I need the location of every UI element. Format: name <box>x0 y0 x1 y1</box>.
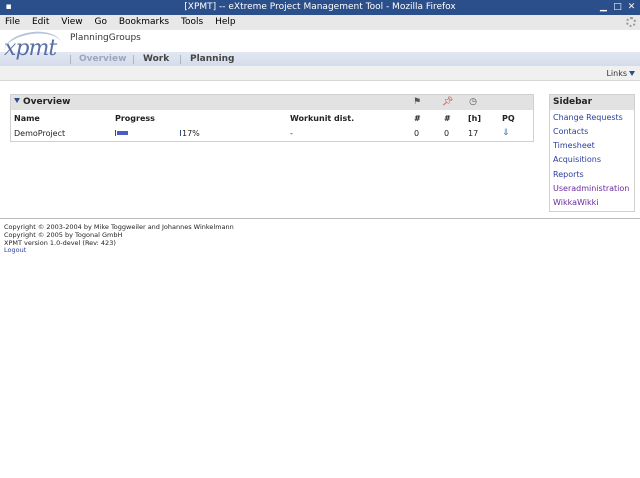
throbber-icon <box>626 17 636 27</box>
pq-arrow-icon[interactable]: ⇓ <box>502 128 510 138</box>
project-name-link[interactable]: DemoProject <box>14 129 65 138</box>
links-label: Links <box>606 69 627 78</box>
sidebar-item-useradministration[interactable]: Useradministration <box>553 184 629 193</box>
menu-edit[interactable]: Edit <box>32 17 49 27</box>
footer-divider <box>0 218 640 219</box>
footer-copyright-1: Copyright © 2003-2004 by Mike Toggweiler… <box>4 223 234 231</box>
links-toggle[interactable]: Links <box>606 69 635 78</box>
progress-bar <box>115 130 181 136</box>
menu-tools[interactable]: Tools <box>181 17 203 27</box>
column-header-hours: [h] <box>468 114 482 123</box>
column-header-pq: PQ <box>502 114 515 123</box>
nav-separator <box>70 55 71 64</box>
tab-overview[interactable]: Overview <box>79 52 126 66</box>
workunit-dist-value: - <box>290 129 293 138</box>
sidebar-item-wikkawikki[interactable]: WikkaWikki <box>553 198 598 207</box>
menubar: File Edit View Go Bookmarks Tools Help <box>0 15 640 30</box>
collapse-triangle-icon <box>14 98 20 103</box>
menu-go[interactable]: Go <box>94 17 106 27</box>
chevron-down-icon <box>629 71 635 76</box>
nav-separator <box>180 55 181 64</box>
tab-work[interactable]: Work <box>143 52 169 66</box>
hours-value: 17 <box>468 129 479 138</box>
menu-help[interactable]: Help <box>215 17 236 27</box>
overview-toggle[interactable]: Overview <box>14 97 70 107</box>
close-icon[interactable]: ✕ <box>626 2 637 13</box>
overview-title: Overview <box>23 97 71 107</box>
sidebar-panel: Sidebar Change Requests Contacts Timeshe… <box>549 94 635 212</box>
progress-percent: 17% <box>182 129 200 138</box>
overview-panel-header <box>11 95 533 110</box>
count-value: 0 <box>444 129 450 138</box>
sidebar-title: Sidebar <box>553 97 593 107</box>
sidebar-item-change-requests[interactable]: Change Requests <box>553 113 623 122</box>
pin-icon: 📌︎ <box>442 97 454 107</box>
xpmt-logo[interactable]: xpmt <box>2 28 64 68</box>
app-name: PlanningGroups <box>70 33 141 43</box>
sidebar-item-timesheet[interactable]: Timesheet <box>553 141 595 150</box>
progress-fill <box>117 131 128 135</box>
nav-separator <box>133 55 134 64</box>
sidebar-item-contacts[interactable]: Contacts <box>553 127 588 136</box>
column-header-workunit: Workunit dist. <box>290 114 355 123</box>
minimize-icon[interactable]: ▁ <box>598 2 609 13</box>
window-title: [XPMT] -- eXtreme Project Management Too… <box>184 2 456 12</box>
tab-planning[interactable]: Planning <box>190 52 235 66</box>
column-header-progress: Progress <box>115 114 155 123</box>
sidebar-item-reports[interactable]: Reports <box>553 170 584 179</box>
overview-panel: Overview ⚑ 📌︎ ◷ Name Progress Workunit d… <box>10 94 534 142</box>
menu-bookmarks[interactable]: Bookmarks <box>119 17 169 27</box>
footer-copyright-2: Copyright © 2005 by Togonal GmbH <box>4 231 123 239</box>
maximize-icon[interactable]: □ <box>612 2 623 13</box>
column-header-count: # <box>414 114 421 123</box>
window-menu-icon[interactable]: ▪ <box>3 2 14 13</box>
column-header-count: # <box>444 114 451 123</box>
menu-view[interactable]: View <box>61 17 82 27</box>
flag-icon: ⚑ <box>412 97 422 107</box>
logout-link[interactable]: Logout <box>4 246 26 254</box>
menu-file[interactable]: File <box>5 17 20 27</box>
sidebar-item-acquisitions[interactable]: Acquisitions <box>553 155 601 164</box>
links-bar <box>0 66 640 81</box>
count-value: 0 <box>414 129 420 138</box>
window-titlebar: ▪ [XPMT] -- eXtreme Project Management T… <box>0 0 640 15</box>
clock-icon: ◷ <box>469 97 477 107</box>
column-header-name: Name <box>14 114 40 123</box>
